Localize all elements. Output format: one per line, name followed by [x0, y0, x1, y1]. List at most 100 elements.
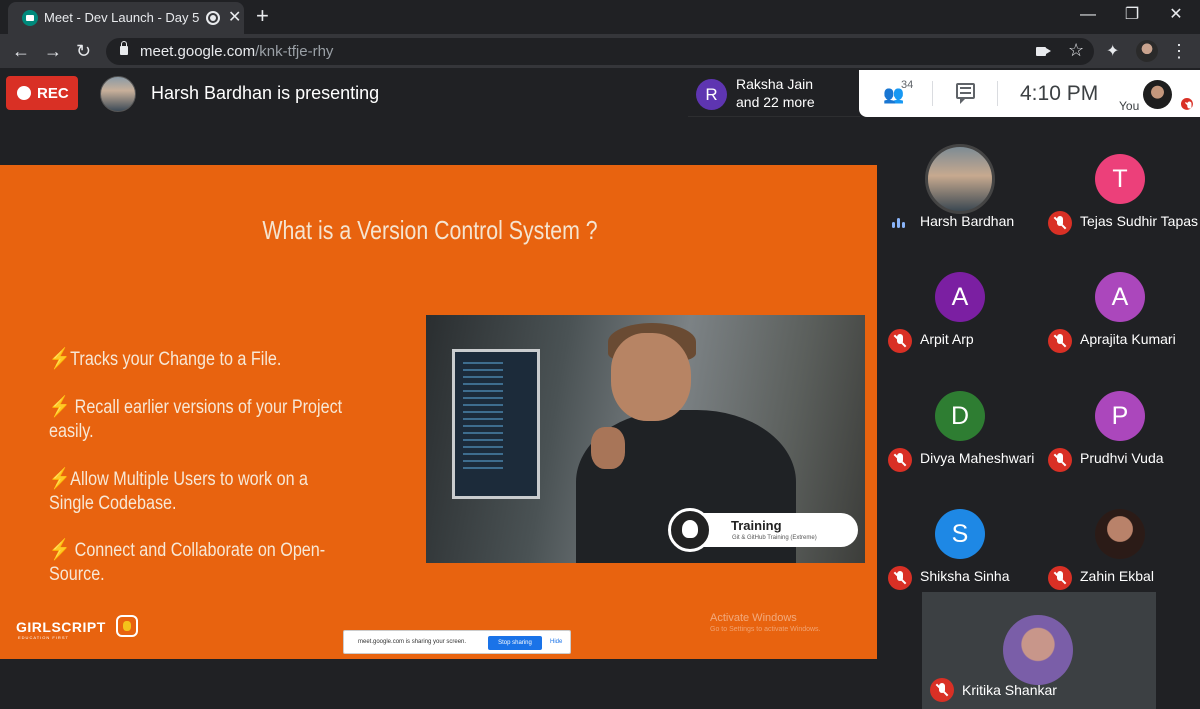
monitor-image [452, 349, 540, 499]
browser-tab-strip: Meet - Dev Launch - Day 5 ✕ + — ❐ ✕ [0, 0, 1200, 34]
participant-avatar: P [1095, 391, 1145, 441]
sharing-notification-bar: meet.google.com is sharing your screen. … [343, 630, 571, 654]
divider [997, 81, 998, 106]
slide-bullet: ⚡ Connect and Collaborate on Open-Source… [49, 538, 355, 587]
minimize-button[interactable]: — [1068, 4, 1108, 26]
participant-name: Shiksha Sinha [920, 568, 1010, 584]
close-window-button[interactable]: ✕ [1156, 4, 1196, 26]
stop-sharing-button[interactable]: Stop sharing [488, 636, 542, 650]
you-label: You [1119, 99, 1140, 113]
slide-bullet: ⚡Allow Multiple Users to work on a Singl… [49, 467, 355, 516]
participant-tile[interactable]: A Arpit Arp [880, 236, 1040, 354]
slide-bullet: ⚡ Recall earlier versions of your Projec… [49, 395, 355, 444]
maximize-button[interactable]: ❐ [1112, 4, 1152, 26]
mic-muted-icon [888, 448, 912, 472]
record-dot-icon [17, 86, 31, 100]
participant-avatar [1095, 509, 1145, 559]
slide-bullet: ⚡Tracks your Change to a File. [49, 347, 355, 372]
participant-name: Divya Maheshwari [920, 450, 1035, 466]
recording-badge[interactable]: REC [6, 76, 78, 110]
profile-icon[interactable] [1136, 40, 1158, 62]
sharing-text: meet.google.com is sharing your screen. [358, 639, 467, 645]
participant-tile[interactable]: P Prudhvi Vuda [1040, 355, 1200, 473]
participant-name: Kritika Shankar [962, 682, 1057, 698]
girlscript-tagline: EDUCATION FIRST [18, 635, 69, 640]
meeting-clock: 4:10 PM [1020, 82, 1099, 105]
more-participants-count: and 22 more [736, 94, 815, 110]
tab-title: Meet - Dev Launch - Day 5 [44, 10, 200, 25]
lightning-icon: ⚡ [49, 348, 71, 371]
presenter-avatar [100, 76, 136, 112]
slide-title: What is a Version Control System ? [262, 215, 598, 245]
lock-icon [120, 41, 128, 55]
browser-tab-meet[interactable]: Meet - Dev Launch - Day 5 ✕ [8, 2, 244, 34]
participant-tile[interactable]: Harsh Bardhan [880, 118, 1040, 236]
windows-watermark-title: Activate Windows [710, 612, 797, 624]
person-fist [591, 427, 625, 469]
address-bar[interactable]: meet.google.com/knk-tfje-rhy ☆ [106, 38, 1094, 65]
mic-muted-icon [1048, 566, 1072, 590]
participant-avatar: S [935, 509, 985, 559]
lightning-icon: ⚡ [49, 468, 71, 491]
participant-name: Prudhvi Vuda [1080, 450, 1164, 466]
mic-muted-icon [1048, 448, 1072, 472]
participant-tile-kritika[interactable]: Kritika Shankar [922, 592, 1156, 709]
mic-muted-icon [1048, 329, 1072, 353]
participant-avatar [1003, 615, 1073, 685]
training-title: Training [731, 518, 782, 533]
raksha-avatar: R [696, 79, 727, 110]
forward-button[interactable]: → [44, 40, 62, 62]
participant-avatar: D [935, 391, 985, 441]
camera-icon[interactable] [1036, 47, 1051, 56]
participant-tile[interactable]: Zahin Ekbal [1040, 473, 1200, 591]
lightning-icon: ⚡ [49, 396, 71, 419]
bullet-text: Recall earlier versions of your Project … [49, 397, 343, 442]
url-path: /knk-tfje-rhy [255, 43, 334, 60]
menu-icon[interactable]: ⋮ [1170, 40, 1188, 62]
presented-screen: What is a Version Control System ? ⚡Trac… [0, 165, 877, 659]
participant-name: Tejas Sudhir Tapas [1080, 213, 1199, 229]
people-count: 34 [901, 79, 914, 91]
new-tab-button[interactable]: + [256, 3, 269, 29]
participant-name: Arpit Arp [920, 331, 974, 347]
training-subtitle: Git & GitHub Training (Extreme) [732, 535, 817, 541]
raksha-name: Raksha Jain [736, 76, 814, 92]
mic-muted-icon [888, 566, 912, 590]
participant-tile[interactable]: A Aprajita Kumari [1040, 236, 1200, 354]
participant-name: Harsh Bardhan [920, 213, 1015, 229]
extensions-icon[interactable]: ✦ [1106, 41, 1119, 61]
windows-watermark-sub: Go to Settings to activate Windows. [710, 626, 821, 633]
back-button[interactable]: ← [12, 40, 30, 62]
participant-avatar: A [935, 272, 985, 322]
reload-button[interactable]: ↻ [76, 40, 91, 62]
participant-tile[interactable]: D Divya Maheshwari [880, 355, 1040, 473]
browser-toolbar: ← → ↻ meet.google.com/knk-tfje-rhy ☆ ✦ ⋮ [0, 34, 1200, 68]
chat-icon-lines [960, 87, 971, 94]
girlscript-mark-icon [116, 615, 138, 637]
girlscript-logo: GIRLSCRIPT [16, 619, 106, 635]
bullet-text: Allow Multiple Users to work on a Single… [49, 469, 309, 514]
mic-muted-icon [930, 678, 954, 702]
other-participants-chip[interactable]: R Raksha Jain and 22 more [688, 70, 860, 117]
lightning-icon: ⚡ [49, 539, 71, 562]
mic-muted-icon [1181, 98, 1193, 110]
tab-recording-indicator-icon [206, 11, 220, 25]
person-head [611, 333, 691, 421]
meet-favicon-icon [22, 10, 38, 26]
participant-tile[interactable]: T Tejas Sudhir Tapas [1040, 118, 1200, 236]
participant-avatar [925, 144, 995, 214]
self-avatar[interactable] [1143, 80, 1172, 109]
participant-avatar: A [1095, 272, 1145, 322]
star-icon[interactable]: ☆ [1068, 40, 1084, 61]
mic-muted-icon [1048, 211, 1072, 235]
participant-tile[interactable]: S Shiksha Sinha [880, 473, 1040, 591]
tab-close-button[interactable]: ✕ [228, 8, 241, 28]
rec-label: REC [37, 85, 69, 102]
participant-name: Aprajita Kumari [1080, 331, 1176, 347]
url-text: meet.google.com/knk-tfje-rhy [140, 43, 333, 60]
divider [932, 81, 933, 106]
hide-button[interactable]: Hide [550, 639, 562, 645]
bullet-text: Connect and Collaborate on Open-Source. [49, 540, 326, 585]
presenting-status: Harsh Bardhan is presenting [151, 83, 380, 103]
mic-muted-icon [888, 329, 912, 353]
